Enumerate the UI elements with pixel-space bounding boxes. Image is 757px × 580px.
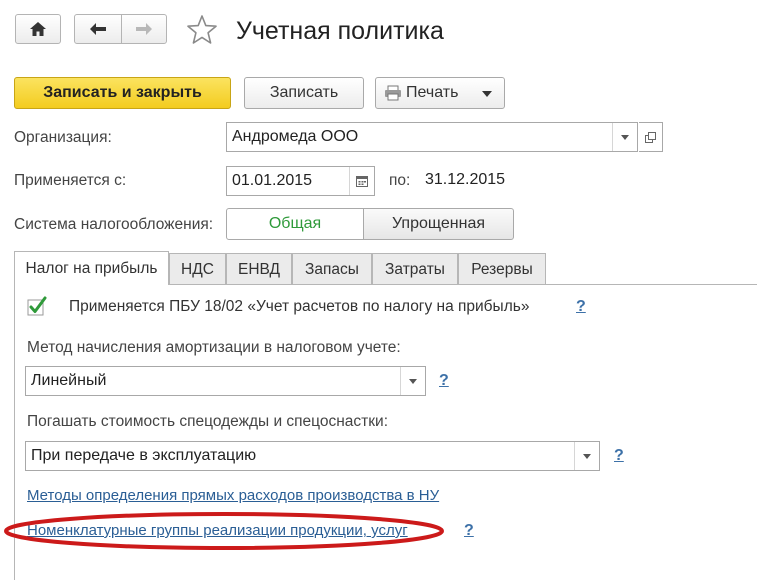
applies-from-label: Применяется с: — [14, 172, 127, 189]
caret-down-icon — [583, 453, 591, 459]
amortization-dropdown[interactable] — [400, 367, 425, 395]
workwear-label: Погашать стоимость спецодежды и спецосна… — [27, 413, 389, 430]
organization-field[interactable]: Андромеда ООО — [226, 122, 638, 152]
calendar-icon — [356, 175, 368, 187]
amortization-help-link[interactable]: ? — [439, 372, 449, 390]
favorite-star-icon[interactable] — [186, 14, 218, 46]
organization-value: Андромеда ООО — [232, 128, 359, 145]
open-window-icon — [645, 131, 656, 143]
tab-reserves[interactable]: Резервы — [458, 253, 546, 285]
calendar-button[interactable] — [349, 167, 374, 195]
printer-icon — [385, 85, 401, 101]
save-and-close-button[interactable]: Записать и закрыть — [14, 77, 231, 109]
arrow-left-icon — [90, 23, 106, 35]
tab-vat[interactable]: НДС — [169, 253, 226, 285]
tab-costs[interactable]: Затраты — [372, 253, 458, 285]
page-title: Учетная политика — [236, 17, 444, 45]
caret-down-icon — [409, 378, 417, 384]
workwear-select[interactable]: При передаче в эксплуатацию — [25, 441, 600, 471]
tab-profit-tax[interactable]: Налог на прибыль — [14, 251, 169, 285]
home-icon — [30, 22, 46, 36]
date-from-value: 01.01.2015 — [232, 172, 313, 189]
workwear-dropdown[interactable] — [574, 442, 599, 470]
arrow-right-icon — [136, 23, 152, 35]
tax-system-toggle-general[interactable]: Общая — [226, 208, 364, 240]
nomenclature-groups-link[interactable]: Номенклатурные группы реализации продукц… — [27, 522, 408, 539]
date-to-value: 31.12.2015 — [425, 171, 506, 188]
tab-envd[interactable]: ЕНВД — [226, 253, 292, 285]
workwear-help-link[interactable]: ? — [614, 447, 624, 465]
back-button[interactable] — [74, 14, 122, 44]
save-button[interactable]: Записать — [244, 77, 364, 109]
tax-system-label: Система налогообложения: — [14, 216, 214, 233]
amortization-value: Линейный — [31, 372, 107, 389]
organization-label: Организация: — [14, 129, 112, 146]
tab-inventory[interactable]: Запасы — [292, 253, 372, 285]
print-button[interactable]: Печать — [375, 77, 505, 109]
amortization-select[interactable]: Линейный — [25, 366, 426, 396]
date-from-field[interactable]: 01.01.2015 — [226, 166, 375, 196]
caret-down-icon — [621, 134, 629, 140]
caret-down-icon — [482, 91, 492, 97]
tax-system-toggle-simplified[interactable]: Упрощенная — [363, 208, 514, 240]
organization-dropdown[interactable] — [612, 123, 637, 151]
date-to-label: по: — [389, 172, 411, 189]
amortization-label: Метод начисления амортизации в налоговом… — [27, 339, 401, 356]
print-button-label: Печать — [406, 84, 459, 101]
workwear-value: При передаче в эксплуатацию — [31, 447, 257, 464]
forward-button[interactable] — [121, 14, 167, 44]
pbu-help-link[interactable]: ? — [576, 298, 586, 316]
nomenclature-help-link[interactable]: ? — [464, 522, 474, 540]
checkmark-icon — [27, 296, 47, 316]
pbu-label: Применяется ПБУ 18/02 «Учет расчетов по … — [69, 298, 530, 315]
open-organization-button[interactable] — [639, 122, 663, 152]
pbu-checkbox[interactable] — [27, 296, 47, 316]
direct-costs-link[interactable]: Методы определения прямых расходов произ… — [27, 487, 439, 504]
home-button[interactable] — [15, 14, 61, 44]
